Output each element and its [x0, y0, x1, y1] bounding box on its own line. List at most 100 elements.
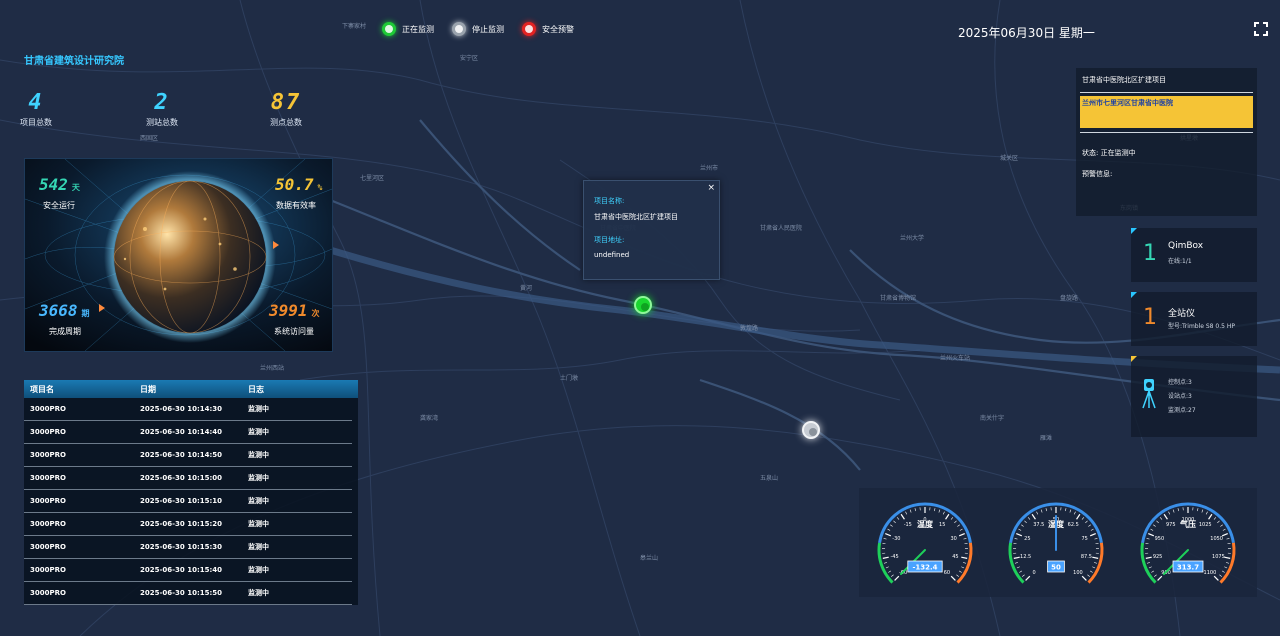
gauge-tick: [1148, 566, 1152, 569]
gauge-tick: [1208, 513, 1213, 520]
data-rate-unit: %: [317, 183, 323, 192]
log-row[interactable]: 3000PRO 2025-06-30 10:14:30 监测中: [24, 398, 352, 421]
fullscreen-icon[interactable]: [1254, 22, 1268, 36]
gauge-tick: [950, 575, 956, 581]
visits-value: 3991: [269, 301, 308, 320]
map-label: 甘肃省人民医院: [760, 224, 802, 232]
gauge-tick-label: 60: [944, 570, 950, 576]
log-cell-project: 3000PRO: [30, 589, 66, 597]
total-station-model: 型号:Trimble S8 0.5 HP: [1168, 323, 1235, 330]
data-rate: 50.7%: [275, 175, 322, 194]
log-cell-date: 2025-06-30 10:14:40: [140, 428, 223, 436]
gauge-tick: [893, 520, 896, 524]
log-header-log: 日志: [248, 384, 264, 394]
log-cell-project: 3000PRO: [30, 405, 66, 413]
popup-name-label: 项目名称:: [594, 197, 625, 205]
device-card-qimbox[interactable]: 1 QimBox 在线:1/1: [1131, 228, 1257, 282]
legend-warning-label: 安全预警: [542, 24, 574, 34]
gauge-tick: [1081, 517, 1085, 520]
gauge-tick: [1154, 574, 1157, 577]
project-marker-monitoring[interactable]: [634, 296, 652, 314]
gauge-tick: [1092, 556, 1099, 559]
stat-projects: 4 项目总数: [20, 90, 52, 128]
gauge-tick: [938, 509, 941, 513]
log-row[interactable]: 3000PRO 2025-06-30 10:15:00 监测中: [24, 467, 352, 490]
log-row[interactable]: 3000PRO 2025-06-30 10:15:40 监测中: [24, 559, 352, 582]
gauge-tick: [890, 524, 893, 527]
gauge-title: 气压: [1179, 519, 1196, 529]
log-row[interactable]: 3000PRO 2025-06-30 10:14:40 监测中: [24, 421, 352, 444]
log-cell-date: 2025-06-30 10:15:30: [140, 543, 223, 551]
legend-stopped[interactable]: 停止监测: [452, 22, 504, 36]
gauge-tick: [896, 517, 900, 520]
map-label: 兰州火车站: [940, 354, 970, 362]
gauge-tick: [1089, 532, 1096, 537]
points-card[interactable]: 控制点:3 设站点:3 监测点:27: [1131, 356, 1257, 437]
gauge-tick: [1045, 508, 1047, 512]
gauge-tick: [962, 562, 966, 564]
gauge-tick: [945, 513, 950, 520]
log-row[interactable]: 3000PRO 2025-06-30 10:14:50 监测中: [24, 444, 352, 467]
popup-address-value: undefined: [594, 251, 630, 259]
project-info-divider-top: [1080, 92, 1253, 93]
gauge-tick: [1089, 570, 1093, 573]
gauge-tick: [888, 570, 892, 573]
log-cell-date: 2025-06-30 10:15:50: [140, 589, 223, 597]
gauge-tick: [1069, 509, 1072, 513]
project-status: 状态: 正在监测中: [1082, 149, 1136, 157]
card-corner-marker: [1131, 228, 1137, 234]
legend-monitoring[interactable]: 正在监测: [382, 22, 434, 36]
log-row[interactable]: 3000PRO 2025-06-30 10:15:10 监测中: [24, 490, 352, 513]
gauge-tick-label: -15: [904, 522, 912, 528]
log-cell-date: 2025-06-30 10:15:10: [140, 497, 223, 505]
stat-stations-value: 2: [154, 90, 170, 115]
stopped-dot-icon: [452, 22, 466, 36]
gauge-tick-label: 0: [1032, 570, 1035, 576]
gauge-tick: [894, 575, 900, 581]
gauge-tick: [1040, 509, 1043, 513]
gauge-tick: [1224, 556, 1231, 559]
map-label: 七里河区: [360, 174, 384, 182]
project-marker-stopped[interactable]: [802, 421, 820, 439]
gauge-tick: [1094, 538, 1098, 540]
periods-value: 3668: [39, 301, 78, 320]
map-label: 兰州市: [700, 164, 718, 172]
control-points: 控制点:3: [1168, 379, 1192, 386]
gauge-tick: [891, 574, 894, 577]
map-label: 敦煌路: [740, 324, 758, 332]
log-table-body: 3000PRO 2025-06-30 10:14:30 监测中 3000PRO 2025…: [24, 398, 358, 605]
gauge-tick: [1145, 556, 1152, 559]
gauge-tick: [1065, 508, 1067, 512]
gauge-tick: [1018, 528, 1022, 531]
visits-label: 系统访问量: [274, 327, 314, 336]
stat-points-value: 87: [270, 90, 302, 115]
gauge-tick: [1153, 524, 1156, 527]
gauge-tick: [1031, 513, 1036, 520]
project-alarm-label: 预警信息:: [1082, 170, 1113, 178]
log-cell-project: 3000PRO: [30, 497, 66, 505]
log-header-project: 项目名: [30, 384, 54, 394]
map-label: 下寨家村: [342, 22, 366, 30]
map-label: 兰州大学: [900, 234, 924, 242]
popup-close-icon[interactable]: ×: [707, 183, 715, 193]
log-cell-date: 2025-06-30 10:15:40: [140, 566, 223, 574]
gauge-tick: [1027, 517, 1031, 520]
gauge-tick: [1197, 508, 1199, 512]
log-row[interactable]: 3000PRO 2025-06-30 10:15:50 监测中: [24, 582, 352, 605]
gauge-tick: [914, 508, 916, 512]
log-row[interactable]: 3000PRO 2025-06-30 10:15:20 监测中: [24, 513, 352, 536]
gauge-tick: [1205, 511, 1208, 515]
gauge-tick: [934, 508, 936, 512]
log-cell-log: 监测中: [248, 474, 269, 482]
log-row[interactable]: 3000PRO 2025-06-30 10:15:30 监测中: [24, 536, 352, 559]
safe-days-value: 542: [39, 175, 68, 194]
gauge-tick-label: 1100: [1204, 570, 1217, 576]
device-card-total-station[interactable]: 1 全站仪 型号:Trimble S8 0.5 HP: [1131, 292, 1257, 346]
stat-points: 87 测点总数: [270, 90, 302, 128]
legend-warning[interactable]: 安全预警: [522, 22, 574, 36]
log-cell-project: 3000PRO: [30, 474, 66, 482]
gauge-tick-label: 1075: [1212, 554, 1225, 560]
gauge-tick: [1146, 538, 1150, 540]
qimbox-title: QimBox: [1168, 241, 1204, 251]
gauge-tick: [885, 566, 889, 569]
